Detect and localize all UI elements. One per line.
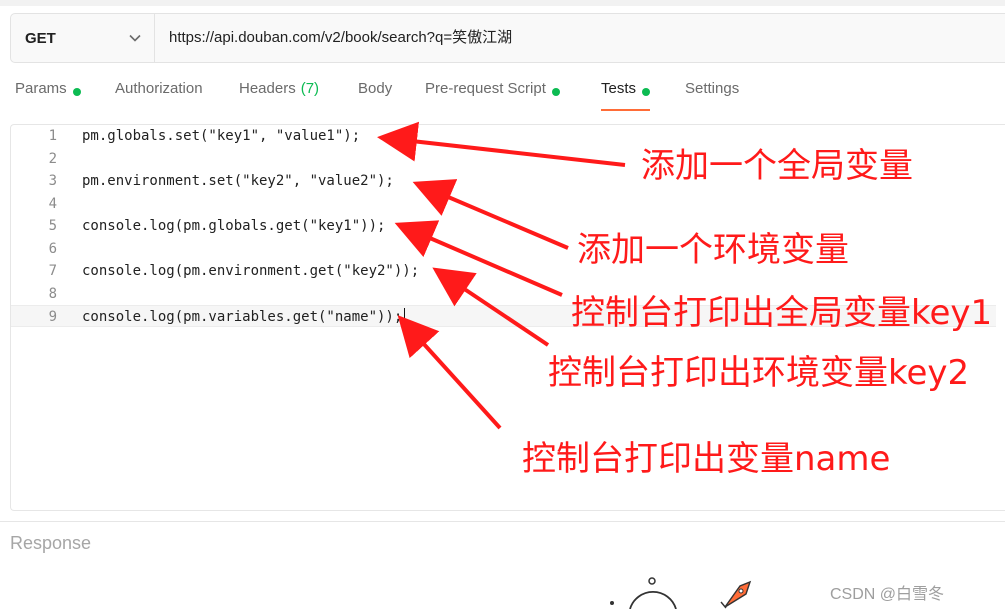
status-dot-icon	[72, 88, 81, 96]
request-tabs: Params Authorization Headers (7) Body Pr…	[0, 80, 1005, 114]
astronaut-illustration-icon	[610, 577, 752, 609]
tab-label: Pre-request Script	[425, 80, 546, 97]
tab-tests[interactable]: Tests	[601, 80, 651, 114]
code-text[interactable]: console.log(pm.environment.get("key2"));	[82, 260, 419, 282]
annotation-env-var: 添加一个环境变量	[577, 230, 849, 270]
tab-body[interactable]: Body	[358, 80, 392, 114]
tab-label: Tests	[601, 80, 637, 97]
tab-label: Headers	[239, 80, 296, 97]
status-dot-icon	[642, 88, 651, 96]
annotation-print-env: 控制台打印出环境变量key2	[548, 353, 970, 393]
csdn-watermark: CSDN @白雪冬	[830, 586, 945, 603]
code-line: 4	[11, 193, 996, 215]
code-text[interactable]: pm.environment.set("key2", "value2");	[82, 170, 394, 192]
line-number: 2	[48, 151, 57, 167]
line-number: 3	[48, 173, 57, 189]
tab-params[interactable]: Params	[15, 80, 81, 114]
tab-label: Body	[358, 80, 393, 97]
tab-label: Settings	[685, 80, 740, 97]
line-number: 4	[48, 196, 57, 212]
active-tab-indicator	[601, 109, 651, 111]
response-heading: Response	[10, 533, 92, 553]
chevron-down-icon	[129, 34, 141, 42]
tab-label: Params	[15, 80, 67, 97]
tab-label: Authorization	[115, 80, 203, 97]
line-number: 5	[48, 218, 57, 234]
method-select[interactable]: GET	[11, 14, 155, 62]
tab-authorization[interactable]: Authorization	[115, 80, 203, 114]
tab-settings[interactable]: Settings	[685, 80, 739, 114]
method-label: GET	[25, 29, 56, 47]
section-divider	[0, 521, 1005, 522]
line-number: 6	[48, 241, 57, 257]
code-text[interactable]: pm.globals.set("key1", "value1");	[82, 125, 360, 147]
tab-headers[interactable]: Headers (7)	[239, 80, 319, 114]
line-number: 1	[48, 128, 57, 144]
line-number: 7	[48, 263, 57, 279]
text-caret	[404, 308, 406, 326]
status-dot-icon	[551, 88, 560, 96]
line-number: 8	[48, 286, 57, 302]
request-bar: GET https://api.douban.com/v2/book/searc…	[10, 13, 1005, 63]
annotation-print-global: 控制台打印出全局变量key1	[571, 293, 993, 333]
annotation-print-var: 控制台打印出变量name	[522, 439, 891, 479]
url-input[interactable]: https://api.douban.com/v2/book/search?q=…	[169, 14, 512, 62]
line-number: 9	[48, 309, 57, 325]
code-text-content: console.log(pm.variables.get("name"));	[82, 309, 403, 325]
tab-pre-request-script[interactable]: Pre-request Script	[425, 80, 560, 114]
code-text[interactable]: console.log(pm.variables.get("name"));	[82, 306, 406, 328]
top-strip	[0, 0, 1005, 6]
tab-count: (7)	[300, 80, 320, 97]
code-text[interactable]: console.log(pm.globals.get("key1"));	[82, 215, 385, 237]
annotation-global-var: 添加一个全局变量	[641, 146, 913, 186]
